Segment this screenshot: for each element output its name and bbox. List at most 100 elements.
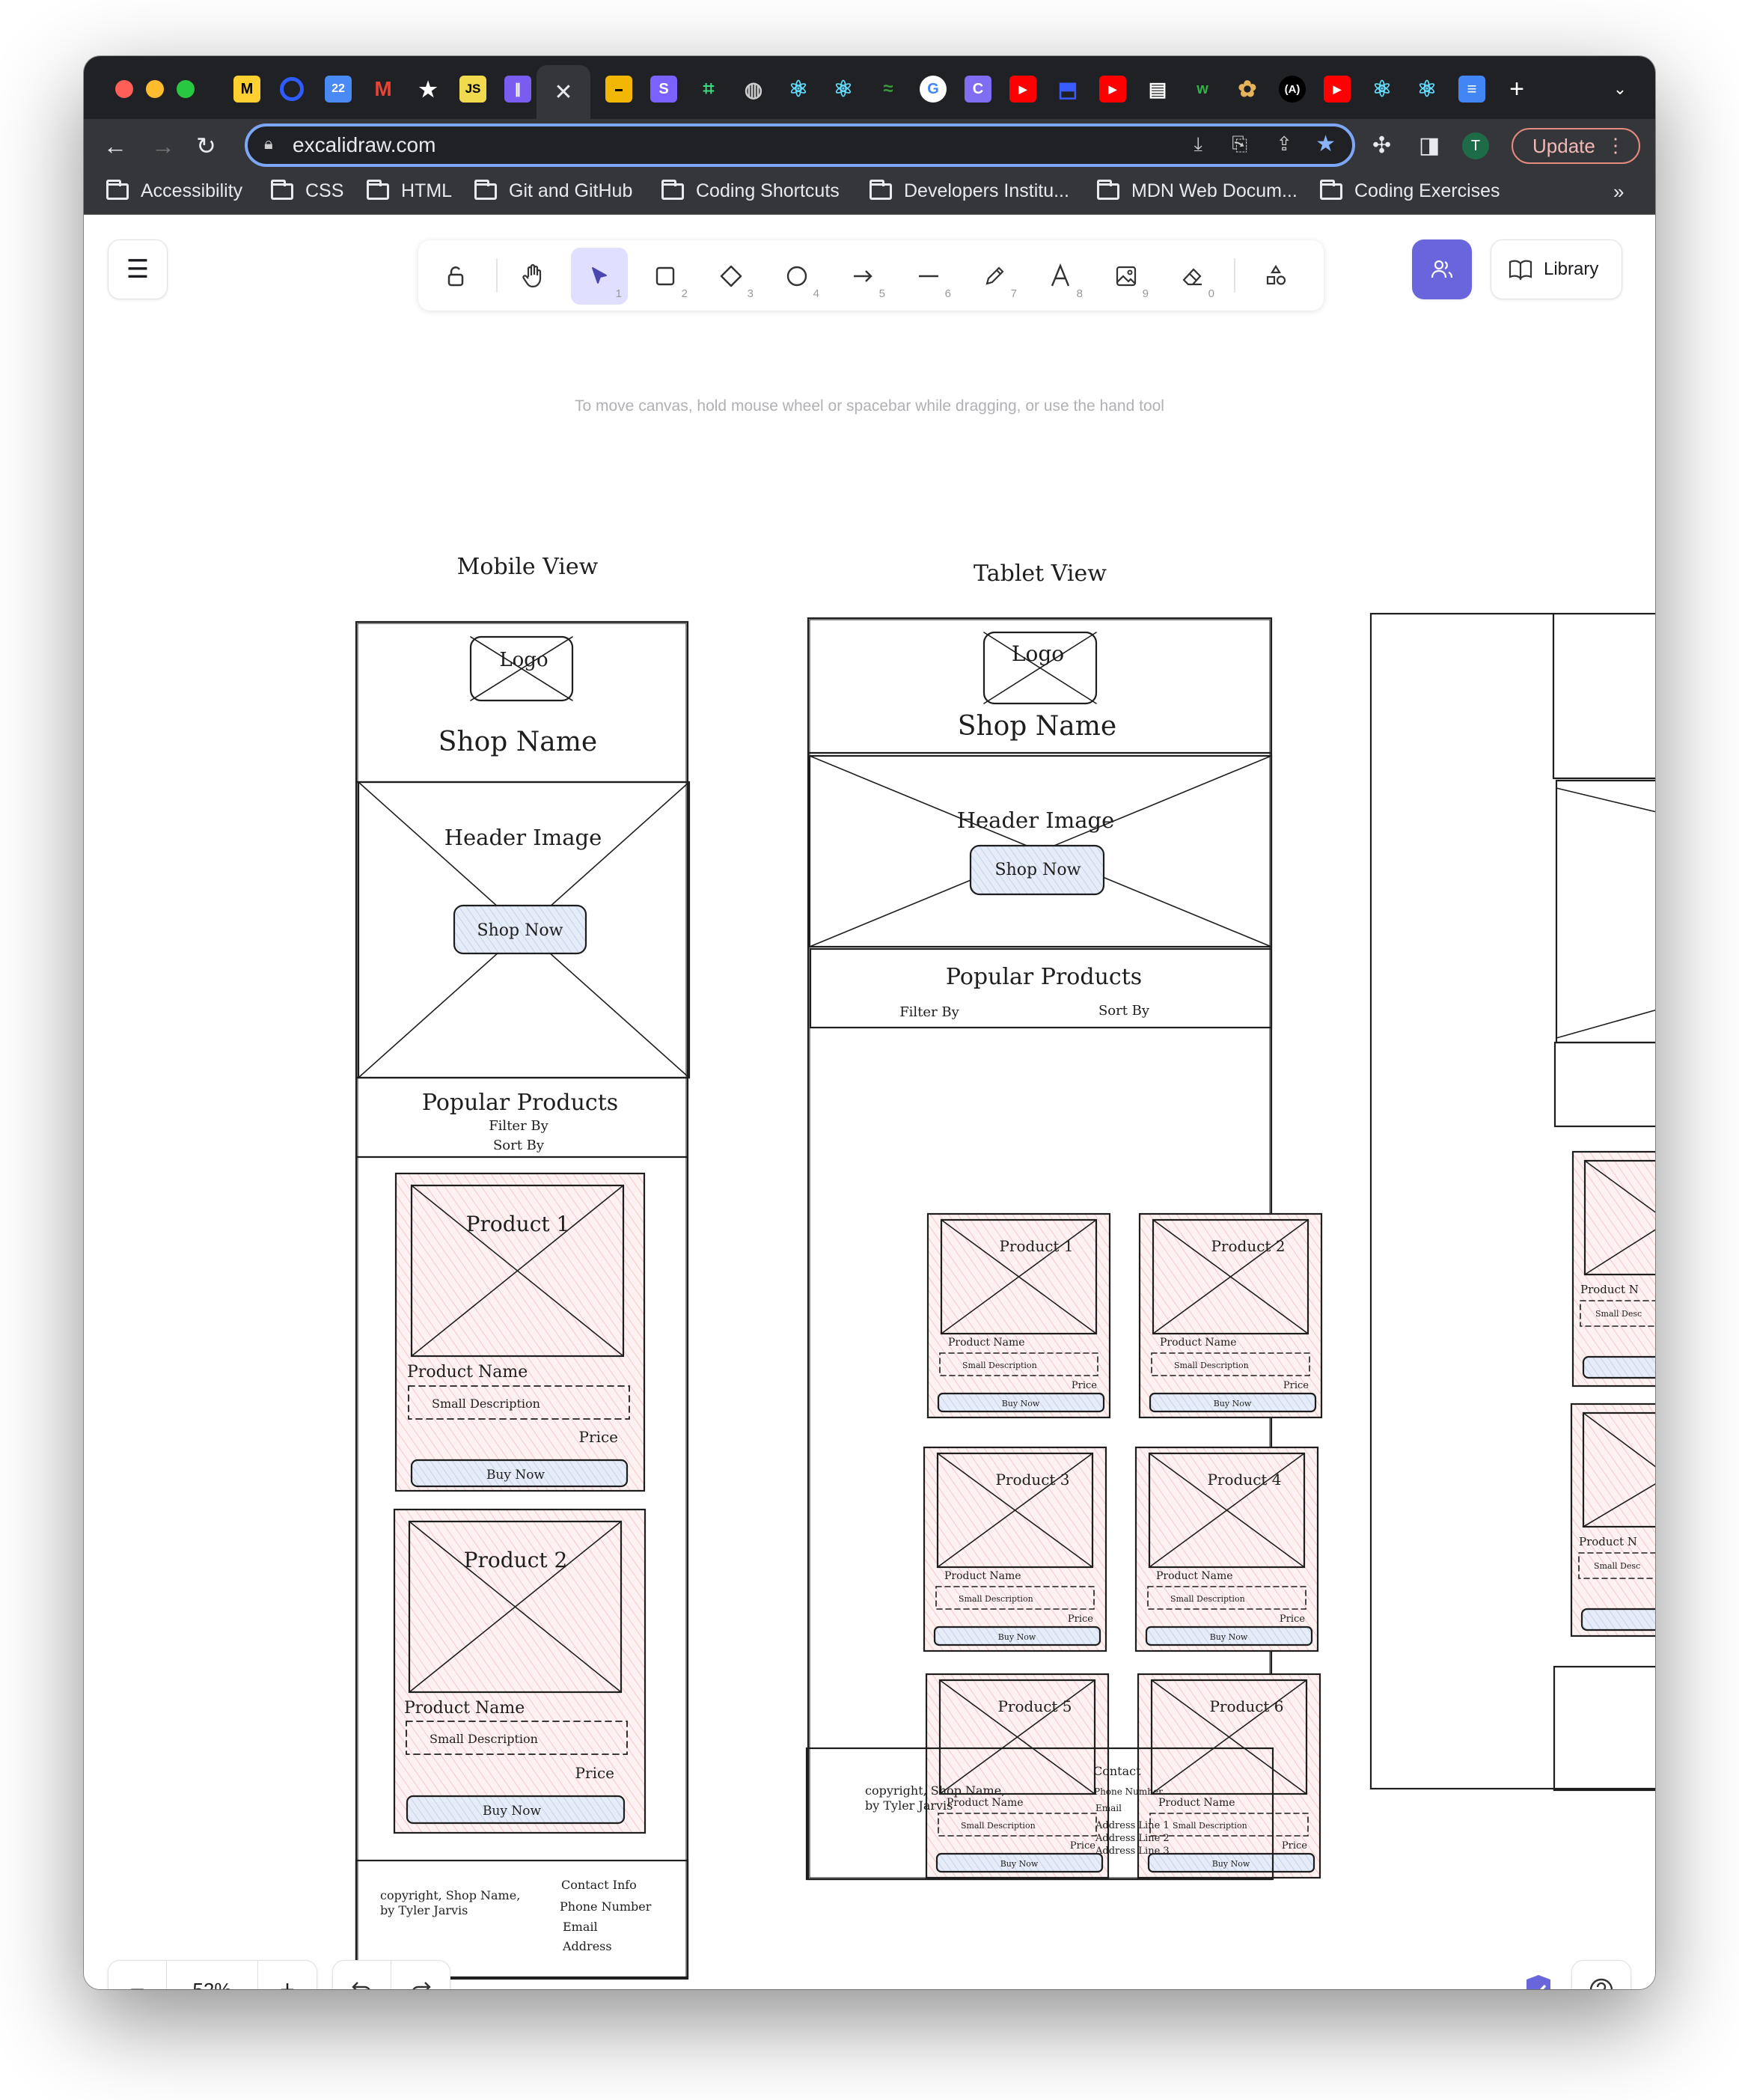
- bookmark-label: Coding Shortcuts: [696, 180, 840, 201]
- update-button[interactable]: Update ⋮: [1512, 128, 1640, 164]
- share-icon[interactable]: ⇪: [1276, 132, 1292, 156]
- bookmark-label: CSS: [305, 180, 344, 201]
- bookmark-folder[interactable]: Coding Exercises: [1320, 179, 1500, 202]
- tablet-small-desc: Small Description: [962, 1361, 1037, 1370]
- leaf-icon[interactable]: ≈: [875, 76, 902, 103]
- new-tab-icon[interactable]: +: [1503, 75, 1530, 103]
- mobile-price: Price: [579, 1428, 618, 1446]
- react-icon[interactable]: ⚛: [785, 76, 812, 103]
- tablet-contact-line: Address Line 3: [1095, 1846, 1170, 1857]
- tablet-price: Price: [1072, 1380, 1097, 1391]
- folder-icon: [870, 179, 892, 200]
- bookmark-label: Coding Exercises: [1354, 180, 1500, 201]
- tablet-contact-line: Address Line 2: [1095, 1833, 1170, 1844]
- history-controls: [332, 1960, 450, 1989]
- tablet-header-image-text: Header Image: [957, 808, 1115, 833]
- bookmark-folder[interactable]: Developers Institu...: [870, 179, 1069, 202]
- zoom-level[interactable]: 52%: [167, 1960, 258, 1989]
- clipboard-icon[interactable]: ∥: [504, 76, 531, 103]
- install-icon[interactable]: ⤓: [1194, 132, 1203, 156]
- bookmark-folder[interactable]: MDN Web Docum...: [1097, 179, 1298, 202]
- tablet-footer-copy-2: by Tyler Jarvis: [865, 1798, 953, 1813]
- help-button[interactable]: [1571, 1960, 1631, 1989]
- more-bookmarks-icon[interactable]: »: [1613, 180, 1624, 204]
- shield-icon[interactable]: [1522, 1972, 1555, 1989]
- zoom-out-button[interactable]: −: [109, 1960, 167, 1989]
- bookmarks-bar: Accessibility CSS HTML Git and GitHub Co…: [84, 173, 1655, 215]
- tablet-product-name: Product Name: [944, 1570, 1021, 1582]
- tablet-product-card: Product 4 Product Name Small Description Pr…: [1134, 1446, 1319, 1652]
- gmail-icon[interactable]: M: [370, 76, 397, 103]
- tablet-product-name: Product Name: [948, 1337, 1025, 1349]
- bookmark-label: HTML: [401, 180, 453, 201]
- calendar-icon[interactable]: 22: [325, 76, 352, 103]
- note-icon[interactable]: ▬: [605, 76, 632, 103]
- js-icon[interactable]: JS: [459, 76, 486, 103]
- bookmark-folder[interactable]: Accessibility: [106, 179, 242, 202]
- pages-icon[interactable]: ⎘: [1232, 132, 1247, 156]
- tablet-filter: Filter By: [899, 1004, 959, 1020]
- bookmark-folder[interactable]: Coding Shortcuts: [661, 179, 840, 202]
- reload-icon[interactable]: ↻: [196, 128, 216, 164]
- bookmark-folder[interactable]: Git and GitHub: [474, 179, 632, 202]
- address-bar[interactable]: 🔒︎ excalidraw.com ⤓ ⎘ ⇪ ★: [245, 123, 1355, 167]
- mobile-view-title: Mobile View: [457, 554, 599, 580]
- maximize-window-button[interactable]: [177, 80, 195, 98]
- react-icon[interactable]: ⚛: [1369, 76, 1396, 103]
- folder-icon: [1097, 179, 1119, 200]
- bracket-icon[interactable]: ⌗: [695, 76, 722, 103]
- miro-icon[interactable]: M: [233, 76, 260, 103]
- google-icon[interactable]: G: [920, 76, 947, 103]
- sidepanel-icon[interactable]: ◨: [1419, 128, 1440, 164]
- chevron-down-icon[interactable]: ⌄: [1607, 76, 1633, 103]
- bookmark-star-icon[interactable]: ★: [1315, 131, 1336, 157]
- tablet-sort: Sort By: [1098, 1003, 1150, 1019]
- desktop-small-desc: Small Desc: [1594, 1561, 1640, 1571]
- close-window-button[interactable]: [115, 80, 133, 98]
- tablet-buy-now: Buy Now: [1210, 1632, 1248, 1642]
- tablet-popular-title: Popular Products: [946, 964, 1142, 990]
- globe-icon[interactable]: ◍: [740, 76, 767, 103]
- redo-button[interactable]: [391, 1960, 450, 1989]
- tablet-buy-now: Buy Now: [1002, 1399, 1040, 1408]
- browser-toolbar: ← → ↻ 🔒︎ excalidraw.com ⤓ ⎘ ⇪ ★ ✣ ◨ T Up…: [84, 119, 1655, 173]
- w-icon[interactable]: w: [1189, 76, 1216, 103]
- bookmark-folder[interactable]: HTML: [367, 179, 453, 202]
- star-icon[interactable]: ★: [415, 76, 441, 103]
- tab-active-close[interactable]: ✕: [537, 65, 590, 119]
- tablet-price: Price: [1282, 1840, 1307, 1852]
- flower-icon[interactable]: ✿: [1234, 76, 1261, 103]
- zoom-in-button[interactable]: +: [258, 1960, 317, 1990]
- react-icon[interactable]: ⚛: [830, 76, 857, 103]
- tablet-small-desc: Small Description: [959, 1594, 1033, 1604]
- avatar[interactable]: T: [1462, 132, 1489, 159]
- react-icon[interactable]: ⚛: [1413, 76, 1440, 103]
- mobile-buy-now: Buy Now: [486, 1468, 545, 1483]
- angular-icon[interactable]: (A): [1279, 76, 1306, 103]
- forward-icon[interactable]: →: [151, 128, 175, 164]
- tablet-contact-line: Email: [1095, 1803, 1122, 1813]
- youtube-icon[interactable]: ▶: [1099, 76, 1126, 103]
- youtube-icon[interactable]: ▶: [1324, 76, 1351, 103]
- mobile-product-name: Product Name: [407, 1363, 528, 1382]
- circle-icon[interactable]: [280, 77, 304, 101]
- minimize-window-button[interactable]: [146, 80, 164, 98]
- close-icon[interactable]: ✕: [554, 79, 572, 106]
- undo-button[interactable]: [333, 1960, 391, 1989]
- tablet-price: Price: [1070, 1840, 1095, 1852]
- lock-icon: 🔒︎: [264, 134, 273, 153]
- bookmark-folder[interactable]: CSS: [271, 179, 344, 202]
- c-icon[interactable]: C: [965, 76, 991, 103]
- extensions-icon[interactable]: ✣: [1372, 128, 1391, 164]
- tablet-shop-now-text: Shop Now: [995, 861, 1081, 879]
- excalidraw-canvas[interactable]: ☰ 1 2 3 4 5 6 7 8 9 0 Library To move ca…: [84, 215, 1655, 1989]
- back-icon[interactable]: ←: [103, 128, 127, 164]
- help-icon: [1589, 1978, 1613, 1989]
- doc-icon[interactable]: ▤: [1144, 76, 1171, 103]
- youtube-icon[interactable]: ▶: [1009, 76, 1036, 103]
- docs-icon[interactable]: ≡: [1458, 76, 1485, 103]
- box-icon[interactable]: ⬒: [1054, 76, 1081, 103]
- mobile-contact-line: Phone Number: [560, 1899, 652, 1914]
- tablet-buy-now: Buy Now: [1000, 1859, 1039, 1869]
- stripe-icon[interactable]: S: [650, 76, 677, 103]
